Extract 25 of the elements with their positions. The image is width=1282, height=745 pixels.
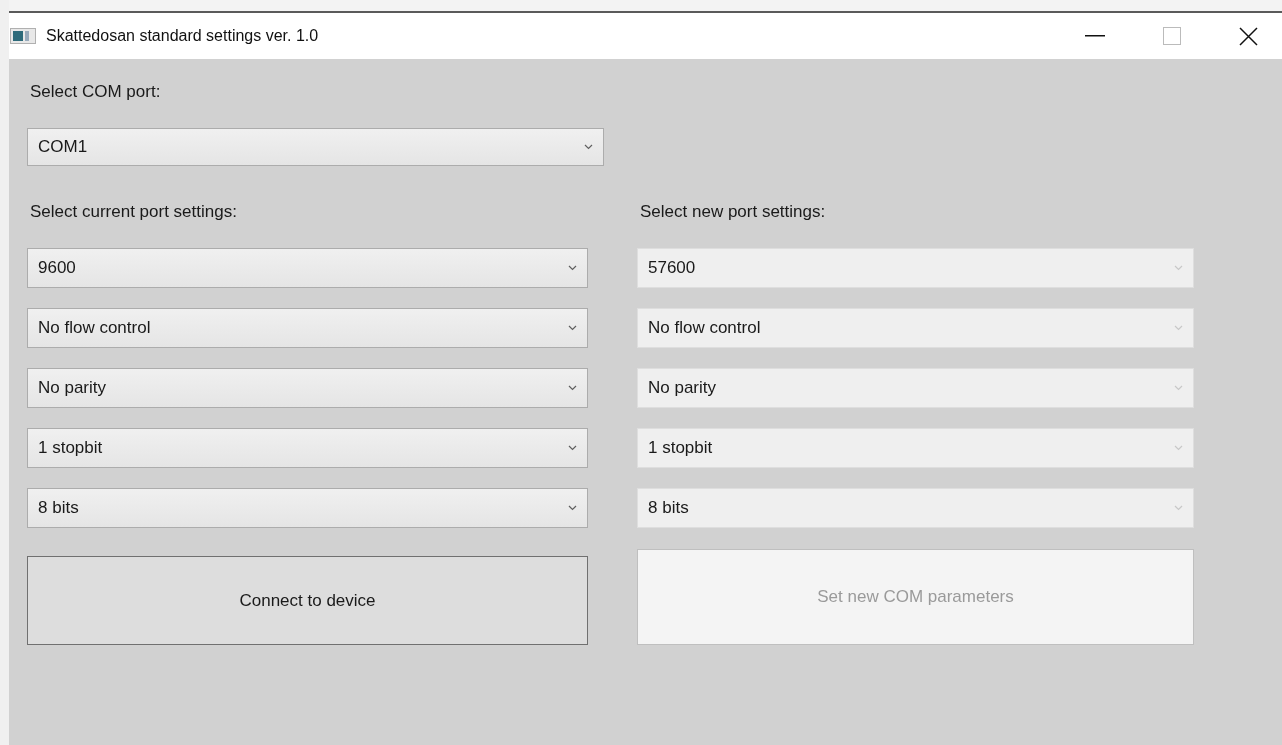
chevron-down-icon bbox=[1174, 385, 1183, 391]
chevron-down-icon bbox=[568, 325, 577, 331]
dropdown[interactable]: 8 bits bbox=[27, 488, 588, 528]
dropdown[interactable]: COM1 bbox=[27, 128, 604, 166]
dropdown[interactable]: 9600 bbox=[27, 248, 588, 288]
action-button[interactable]: Connect to device bbox=[27, 556, 588, 645]
chevron-down-icon bbox=[568, 265, 577, 271]
field-label: Select COM port: bbox=[30, 81, 162, 103]
chevron-down-icon bbox=[584, 144, 593, 150]
chevron-down-icon bbox=[1174, 265, 1183, 271]
section-label: Select current port settings: bbox=[30, 201, 238, 223]
chevron-down-icon bbox=[1174, 325, 1183, 331]
dropdown[interactable]: No parity bbox=[27, 368, 588, 408]
dropdown[interactable]: 1 stopbit bbox=[27, 428, 588, 468]
dropdown[interactable]: No flow control bbox=[27, 308, 588, 348]
chevron-down-icon bbox=[568, 385, 577, 391]
app-icon bbox=[10, 28, 36, 44]
minimize-icon[interactable] bbox=[1085, 35, 1105, 37]
chevron-down-icon bbox=[568, 445, 577, 451]
chevron-down-icon bbox=[568, 505, 577, 511]
chevron-down-icon bbox=[1174, 505, 1183, 511]
chevron-down-icon bbox=[1174, 445, 1183, 451]
window-title: Skattedosan standard settings ver. 1.0 bbox=[46, 26, 319, 46]
close-icon[interactable] bbox=[1239, 26, 1258, 46]
section-label: Select new port settings: bbox=[640, 201, 827, 223]
